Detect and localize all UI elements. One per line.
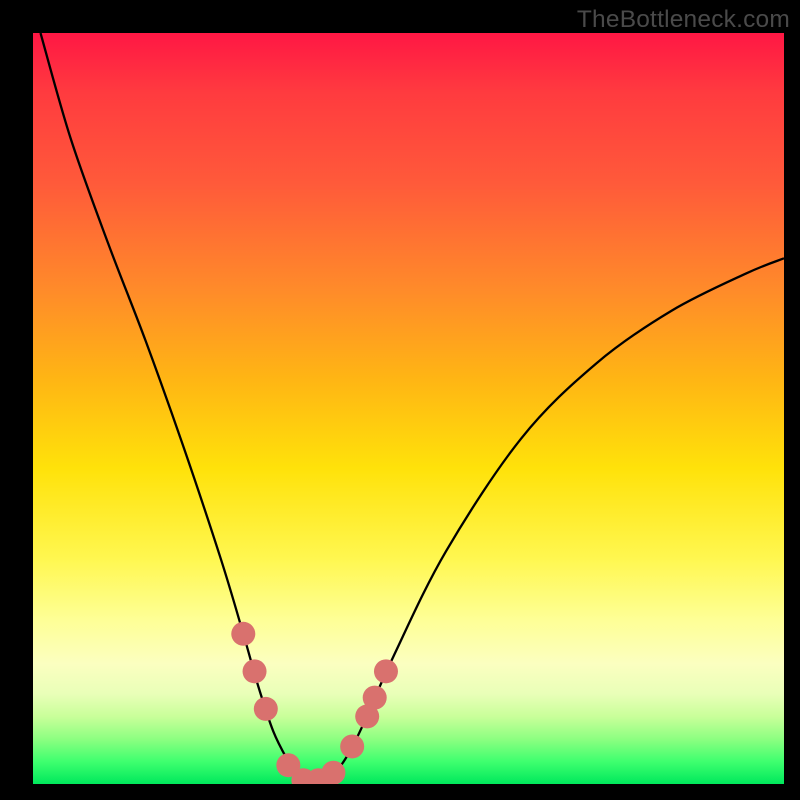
bottleneck-curve — [41, 33, 784, 783]
bottleneck-curve-path — [41, 33, 784, 783]
curve-marker — [321, 761, 345, 784]
curve-marker — [254, 697, 278, 721]
curve-marker — [374, 659, 398, 683]
watermark-text: TheBottleneck.com — [577, 6, 790, 34]
curve-marker — [231, 622, 255, 646]
chart-svg — [33, 33, 784, 784]
curve-marker — [340, 734, 364, 758]
chart-frame: TheBottleneck.com — [0, 0, 800, 800]
marker-cluster — [231, 622, 398, 784]
curve-marker — [363, 686, 387, 710]
curve-marker — [243, 659, 267, 683]
